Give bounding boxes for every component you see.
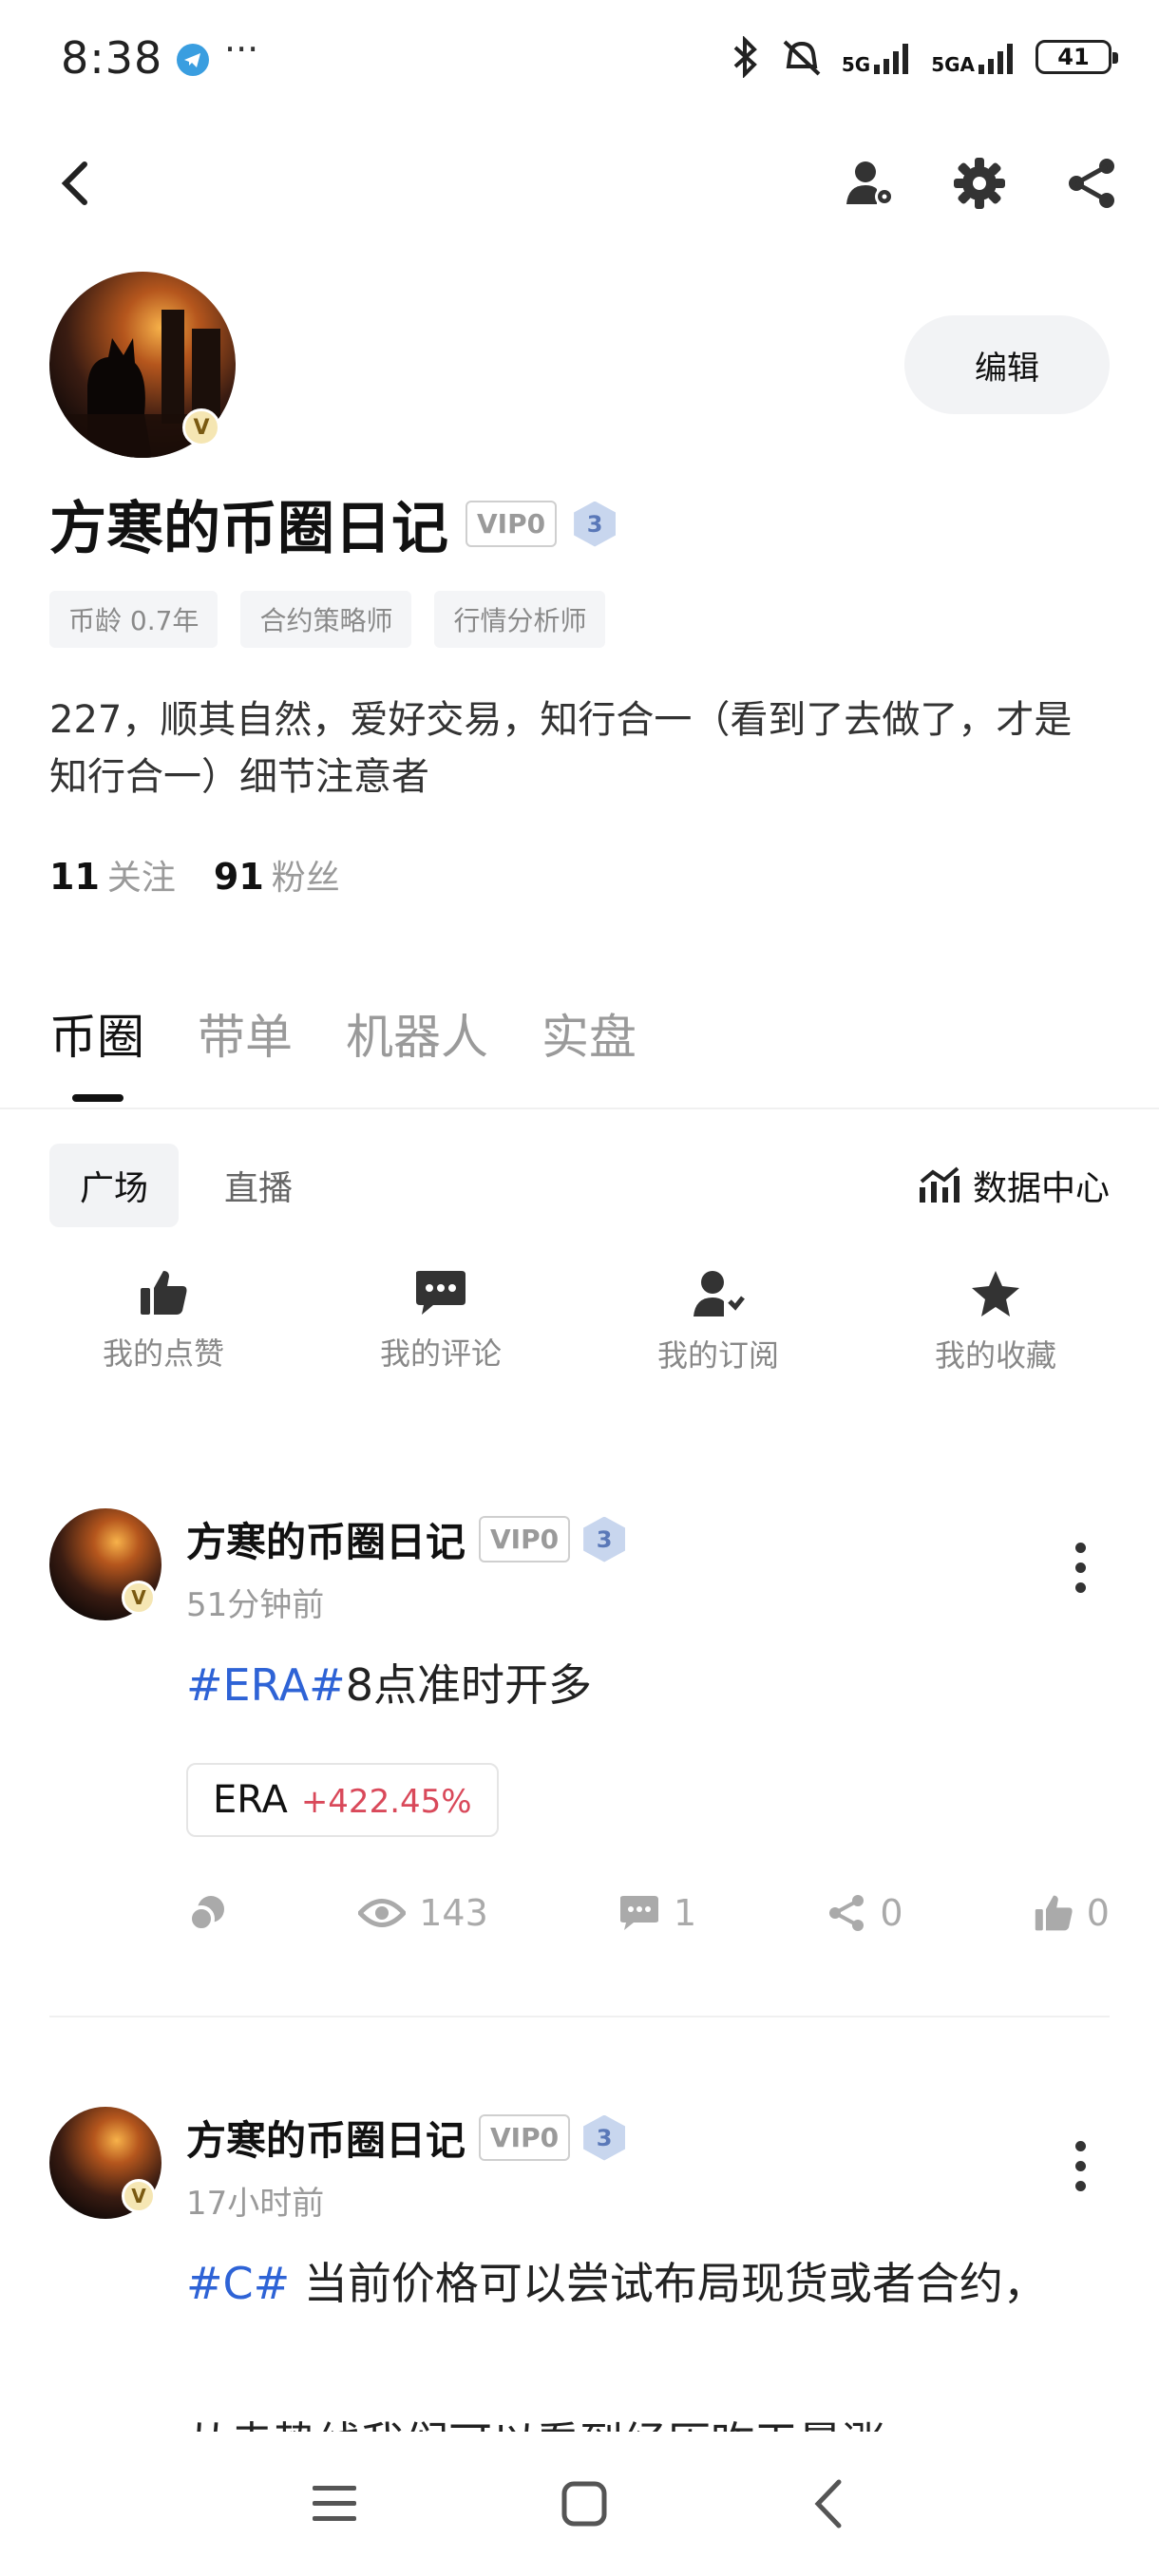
menu-button[interactable] [311, 2484, 358, 2524]
profile-name: 方寒的币圈日记 [49, 496, 448, 562]
post-level-badge: 3 [583, 1516, 626, 1563]
mute-icon [779, 36, 825, 78]
tab-bots[interactable]: 机器人 [346, 999, 488, 1068]
like-button[interactable]: 0 [1034, 1892, 1110, 1934]
repost-button[interactable] [186, 1894, 228, 1932]
star-icon [972, 1271, 1019, 1316]
telegram-icon [177, 44, 209, 76]
post-author-row: 方寒的币圈日记 VIP0 3 [186, 1510, 626, 1568]
share-icon [1069, 159, 1114, 208]
subtab-live[interactable]: 直播 [194, 1144, 323, 1227]
tag-contract-strategist: 合约策略师 [240, 591, 412, 648]
tag-coin-age: 币龄 0.7年 [49, 591, 218, 648]
vip-badge: VIP0 [466, 501, 558, 547]
signal-icon-2: 5GA [931, 40, 1018, 74]
system-nav-bar [0, 2432, 1159, 2576]
post-more-button[interactable] [1056, 1543, 1104, 1593]
tag-market-analyst: 行情分析师 [434, 591, 606, 648]
tab-coin-circle[interactable]: 币圈 [49, 999, 144, 1068]
coin-name: ERA [213, 1778, 288, 1822]
home-button[interactable] [560, 2480, 608, 2528]
status-icons: 5G 5GA 41 [730, 36, 1118, 78]
post-verified-badge: V [122, 2179, 156, 2213]
quick-actions: 我的点赞 我的评论 我的订阅 我的收藏 [0, 1269, 1159, 1375]
following-stat[interactable]: 11 关注 [49, 850, 176, 900]
post-time: 51分钟前 [186, 1586, 325, 1624]
back-arrow-icon [814, 2479, 842, 2529]
my-favorites-button[interactable]: 我的收藏 [857, 1269, 1134, 1375]
follow-stats: 11 关注 91 粉丝 [49, 850, 340, 900]
profile-bio: 227，顺其自然，爱好交易，知行合一（看到了去做了，才是知行合一）细节注意者 [49, 698, 1073, 799]
signal-icon-1: 5G [842, 40, 914, 74]
share-icon [829, 1895, 864, 1931]
active-tab-indicator [72, 1094, 124, 1102]
user-manage-button[interactable] [836, 150, 902, 217]
chart-icon [919, 1166, 960, 1203]
post-vip-badge: VIP0 [479, 2114, 571, 2161]
comment-icon [619, 1896, 658, 1930]
repost-icon [188, 1896, 224, 1932]
main-tabs: 币圈 带单 机器人 实盘 [49, 999, 636, 1068]
user-settings-icon [846, 161, 894, 206]
coin-chip[interactable]: ERA +422.45% [186, 1763, 499, 1837]
data-center-button[interactable]: 数据中心 [918, 1161, 1110, 1210]
post-vip-badge: VIP0 [479, 1516, 571, 1563]
system-back-button[interactable] [810, 2478, 848, 2529]
thumbs-up-icon [141, 1271, 187, 1315]
post-time: 17小时前 [186, 2185, 325, 2223]
followers-stat[interactable]: 91 粉丝 [214, 850, 340, 900]
share-button[interactable] [1058, 150, 1125, 217]
home-square-icon [561, 2481, 607, 2527]
sub-tabs: 广场 直播 [49, 1144, 323, 1227]
post-more-button[interactable] [1056, 2141, 1104, 2191]
post-author-name[interactable]: 方寒的币圈日记 [186, 2109, 466, 2167]
post-verified-badge: V [122, 1581, 156, 1615]
post-content-cutoff: 从走势线我们可以看到经历昨天暴涨 [186, 2403, 1089, 2435]
edit-profile-button[interactable]: 编辑 [904, 315, 1110, 414]
my-subscriptions-button[interactable]: 我的订阅 [580, 1269, 857, 1375]
menu-icon [312, 2486, 356, 2521]
level-badge: 3 [574, 501, 617, 547]
eye-icon [358, 1899, 407, 1927]
back-arrow-icon [61, 161, 87, 205]
thumbs-up-icon [1035, 1895, 1073, 1931]
tabs-divider [0, 1108, 1159, 1109]
post-divider [49, 2016, 1110, 2017]
battery-icon: 41 [1036, 40, 1118, 74]
post-level-badge: 3 [583, 2114, 626, 2161]
post-author-name[interactable]: 方寒的币圈日记 [186, 1510, 466, 1568]
profile-tags: 币龄 0.7年 合约策略师 行情分析师 [49, 591, 606, 648]
tab-copy-trading[interactable]: 带单 [198, 999, 293, 1068]
status-time: 8:38 [61, 32, 163, 84]
post-author-row: 方寒的币圈日记 VIP0 3 [186, 2109, 626, 2167]
verified-badge: V [182, 408, 220, 446]
subtab-square[interactable]: 广场 [49, 1144, 180, 1227]
tab-live-trading[interactable]: 实盘 [542, 999, 636, 1068]
gear-icon [954, 158, 1005, 209]
post-content: #ERA#8点准时开多 [186, 1659, 592, 1711]
post-stats: 143 1 0 0 [186, 1892, 1110, 1934]
share-post-button[interactable]: 0 [826, 1892, 903, 1934]
more-notifications-icon: ··· [224, 28, 259, 70]
post-content: #C# 当前价格可以尝试布局现货或者合约， [186, 2258, 1047, 2309]
views-stat: 143 [358, 1892, 488, 1934]
comment-icon [416, 1271, 466, 1315]
my-comments-button[interactable]: 我的评论 [302, 1269, 580, 1375]
my-likes-button[interactable]: 我的点赞 [25, 1269, 302, 1375]
subscribe-icon [694, 1271, 745, 1316]
settings-button[interactable] [946, 150, 1013, 217]
profile-name-row: 方寒的币圈日记 VIP0 3 [49, 483, 617, 565]
back-button[interactable] [42, 150, 108, 217]
post-hashtag[interactable]: #ERA# [186, 1659, 346, 1711]
comments-button[interactable]: 1 [618, 1892, 696, 1934]
bluetooth-icon [730, 36, 762, 78]
coin-change: +422.45% [300, 1783, 472, 1821]
post-hashtag[interactable]: #C# [186, 2258, 290, 2309]
